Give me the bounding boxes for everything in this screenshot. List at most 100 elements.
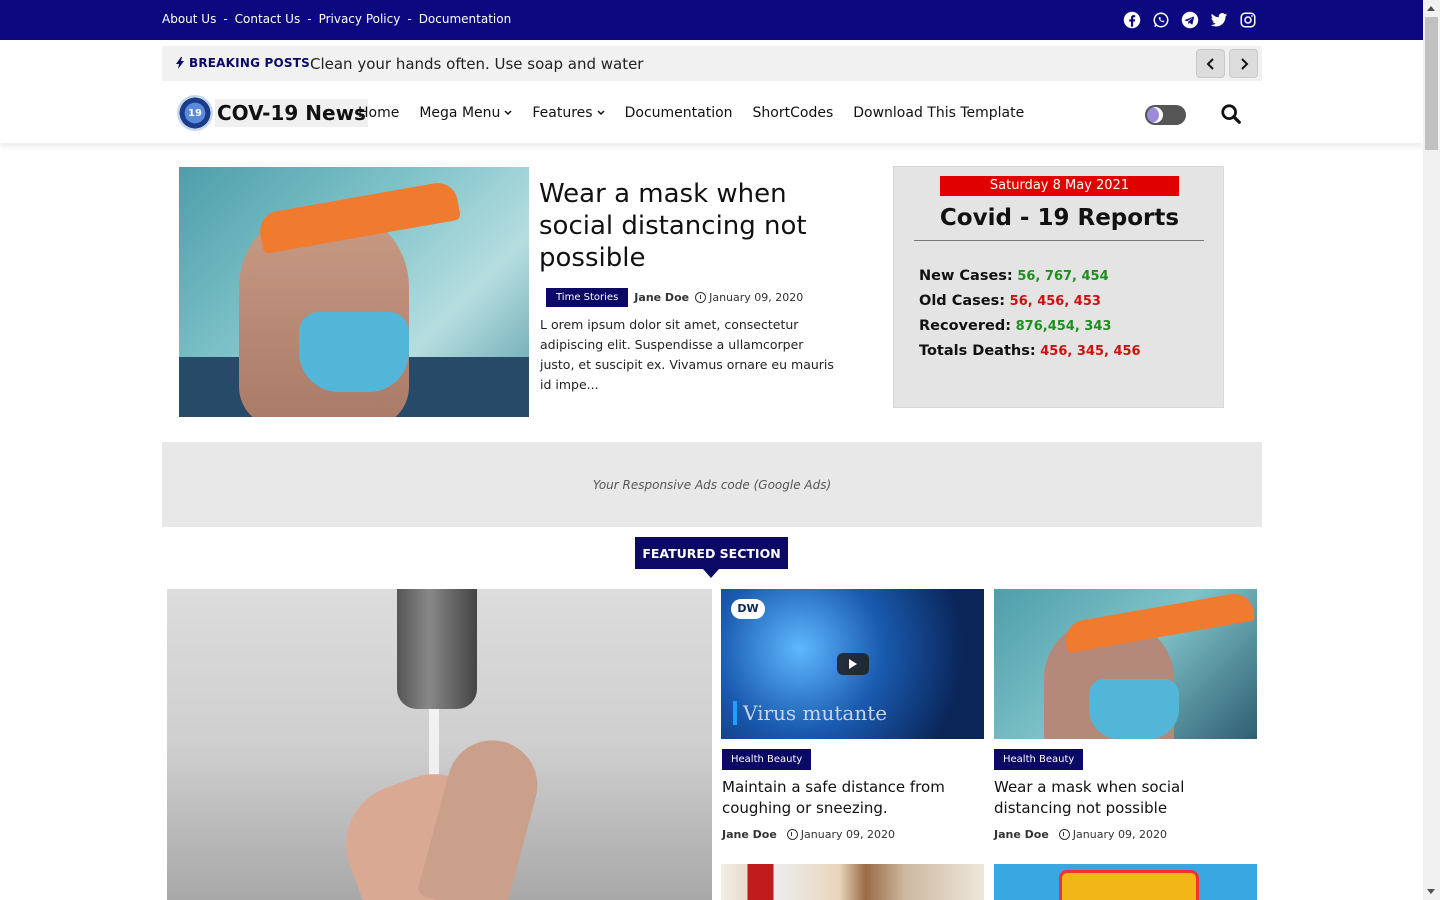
link-about-us[interactable]: About Us xyxy=(162,12,216,26)
card-title[interactable]: Maintain a safe distance from coughing o… xyxy=(722,777,987,819)
dark-mode-toggle[interactable] xyxy=(1145,105,1186,125)
clock-icon xyxy=(1058,829,1070,840)
scroll-up-arrow-icon[interactable] xyxy=(1427,6,1435,11)
post-date: January 09, 2020 xyxy=(786,828,895,841)
hero-title[interactable]: Wear a mask when social distancing not p… xyxy=(539,178,839,274)
image-detail xyxy=(397,589,477,709)
card-meta: Jane Doe January 09, 2020 xyxy=(994,828,1167,841)
featured-card-image[interactable] xyxy=(721,864,984,900)
stat-value: 56, 456, 453 xyxy=(1009,294,1101,309)
stat-value: 56, 767, 454 xyxy=(1017,269,1109,284)
covid-title: Covid - 19 Reports xyxy=(939,205,1180,231)
chevron-right-icon xyxy=(1240,57,1248,70)
link-documentation[interactable]: Documentation xyxy=(419,12,512,26)
top-bar: About Us - Contact Us - Privacy Policy -… xyxy=(0,0,1423,40)
nav-item-label: Mega Menu xyxy=(419,105,501,121)
stat-value: 876,454, 343 xyxy=(1015,319,1112,334)
telegram-icon[interactable] xyxy=(1181,11,1199,29)
logo-badge: 19 xyxy=(177,95,213,131)
divider xyxy=(914,240,1204,241)
hero-image[interactable] xyxy=(179,167,529,417)
video-caption: Virus mutante xyxy=(733,701,887,725)
stat-value: 456, 345, 456 xyxy=(1040,344,1141,359)
nav-item-shortcodes[interactable]: ShortCodes xyxy=(753,105,834,121)
category-badge[interactable]: Health Beauty xyxy=(994,749,1084,770)
post-date-text: January 09, 2020 xyxy=(1072,828,1167,841)
separator: - xyxy=(407,12,412,26)
nav-item-label: ShortCodes xyxy=(752,105,834,121)
nav-item-home[interactable]: Home xyxy=(358,105,399,121)
site-logo[interactable]: 19 COV-19 News xyxy=(177,95,368,131)
chevron-left-icon xyxy=(1206,57,1214,70)
author-name[interactable]: Jane Doe xyxy=(722,828,777,841)
nav-item-features[interactable]: Features xyxy=(532,105,605,121)
image-detail xyxy=(299,312,409,392)
link-privacy-policy[interactable]: Privacy Policy xyxy=(319,12,401,26)
featured-section-label: FEATURED SECTION xyxy=(635,537,788,569)
moon-icon xyxy=(1147,107,1163,123)
covid-stats: New Cases: 56, 767, 454 Old Cases: 56, 4… xyxy=(919,264,1141,364)
stat-recovered: Recovered: 876,454, 343 xyxy=(919,314,1141,339)
post-date-text: January 09, 2020 xyxy=(800,828,895,841)
image-detail xyxy=(1089,679,1179,739)
social-links xyxy=(1123,11,1257,29)
main-nav: 19 COV-19 News Home Mega Menu Features D… xyxy=(0,81,1423,143)
separator: - xyxy=(307,12,312,26)
scroll-down-arrow-icon[interactable] xyxy=(1427,889,1435,894)
featured-main-image[interactable] xyxy=(167,589,712,900)
breaking-headline[interactable]: Clean your hands often. Use soap and wat… xyxy=(310,55,643,73)
featured-card-image[interactable] xyxy=(994,589,1257,739)
scroll-thumb[interactable] xyxy=(1425,17,1438,150)
ad-placeholder: Your Responsive Ads code (Google Ads) xyxy=(162,442,1262,527)
play-icon[interactable] xyxy=(837,653,869,675)
category-badge[interactable]: Health Beauty xyxy=(722,749,812,770)
hero-meta: Time Stories Jane Doe January 09, 2020 xyxy=(546,288,803,307)
clock-icon xyxy=(695,292,707,303)
clock-icon xyxy=(786,829,798,840)
chevron-down-icon xyxy=(504,110,512,116)
instagram-icon[interactable] xyxy=(1239,11,1257,29)
card-title[interactable]: Wear a mask when social distancing not p… xyxy=(994,777,1259,819)
whatsapp-icon[interactable] xyxy=(1152,11,1170,29)
facebook-icon[interactable] xyxy=(1123,11,1141,29)
stat-label: New Cases: xyxy=(919,268,1013,284)
nav-item-mega-menu[interactable]: Mega Menu xyxy=(419,105,512,121)
author-name[interactable]: Jane Doe xyxy=(994,828,1049,841)
category-badge[interactable]: Time Stories xyxy=(546,288,629,307)
covid-date: Saturday 8 May 2021 xyxy=(940,176,1179,196)
dw-logo: DW xyxy=(731,599,765,619)
featured-card-image[interactable]: DW Virus mutante xyxy=(721,589,984,739)
post-date: January 09, 2020 xyxy=(695,291,803,304)
covid-report-widget: Saturday 8 May 2021 Covid - 19 Reports N… xyxy=(893,166,1224,408)
author-name[interactable]: Jane Doe xyxy=(634,291,689,304)
separator: - xyxy=(223,12,228,26)
stat-label: Recovered: xyxy=(919,318,1012,334)
nav-item-label: Home xyxy=(358,105,400,121)
card-meta: Jane Doe January 09, 2020 xyxy=(722,828,895,841)
stat-new-cases: New Cases: 56, 767, 454 xyxy=(919,264,1141,289)
breaking-next-button[interactable] xyxy=(1229,49,1258,78)
stat-old-cases: Old Cases: 56, 456, 453 xyxy=(919,289,1141,314)
scrollbar[interactable] xyxy=(1423,0,1440,900)
ad-text: Your Responsive Ads code (Google Ads) xyxy=(592,477,832,492)
breaking-label-text: BREAKING POSTS xyxy=(189,56,310,70)
hero-excerpt: L orem ipsum dolor sit amet, consectetur… xyxy=(540,317,834,392)
nav-item-documentation[interactable]: Documentation xyxy=(625,105,733,121)
breaking-prev-button[interactable] xyxy=(1196,49,1225,78)
post-date-text: January 09, 2020 xyxy=(709,291,804,304)
breaking-label: BREAKING POSTS xyxy=(176,56,310,70)
featured-card-image[interactable] xyxy=(994,864,1257,900)
nav-item-label: Download This Template xyxy=(853,105,1025,121)
nav-item-download[interactable]: Download This Template xyxy=(853,105,1024,121)
nav-item-label: Features xyxy=(532,105,593,121)
search-icon[interactable] xyxy=(1220,103,1242,125)
nav-menu: Home Mega Menu Features Documentation Sh… xyxy=(358,105,1024,121)
featured-label-arrow xyxy=(703,569,719,578)
image-detail xyxy=(1059,870,1199,900)
link-contact-us[interactable]: Contact Us xyxy=(235,12,301,26)
nav-item-label: Documentation xyxy=(624,105,733,121)
stat-label: Totals Deaths: xyxy=(919,343,1036,359)
twitter-icon[interactable] xyxy=(1210,11,1228,29)
post-date: January 09, 2020 xyxy=(1058,828,1167,841)
chevron-down-icon xyxy=(597,110,605,116)
